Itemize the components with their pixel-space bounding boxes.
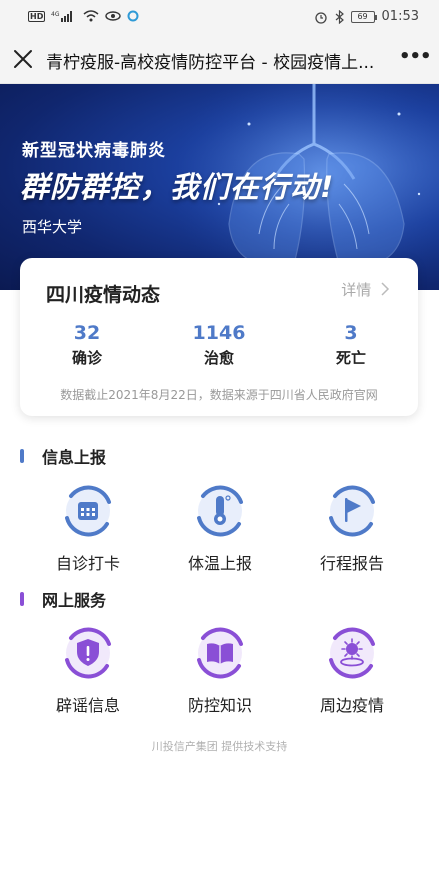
close-icon — [14, 50, 32, 68]
tile-prevention-knowledge[interactable]: 防控知识 — [160, 622, 280, 716]
calendar-icon — [65, 485, 111, 537]
battery-level: 69 — [357, 11, 368, 21]
tech-support-note: 川投信产集团 提供技术支持 — [151, 740, 288, 753]
alarm-icon — [314, 11, 327, 24]
stat-label: 确诊 — [71, 349, 102, 367]
data-source-note: 数据截止2021年8月22日，数据来源于四川省人民政府官网 — [60, 388, 378, 402]
tile-temperature-report[interactable]: 体温上报 — [160, 480, 280, 574]
stat-confirmed: 32 确诊 — [32, 322, 142, 368]
stat-value: 1146 — [192, 322, 246, 344]
chevron-right-icon — [381, 282, 390, 296]
clock: 01:53 — [381, 9, 419, 24]
section-title: 网上服务 — [42, 591, 107, 610]
section-online-services: 网上服务 — [20, 587, 106, 611]
section-marker — [20, 592, 24, 606]
close-button[interactable] — [12, 48, 34, 70]
book-icon — [197, 627, 243, 679]
stat-recovered: 1146 治愈 — [164, 322, 274, 368]
detail-label: 详情 — [341, 281, 372, 299]
section-marker — [20, 449, 24, 463]
tile-nearby-epidemic[interactable]: 周边疫情 — [292, 622, 412, 716]
title-bar: 青柠疫服-高校疫情防控平台 - 校园疫情上... ••• — [0, 34, 439, 84]
signal-icon: 4G — [51, 11, 73, 22]
tile-label: 自诊打卡 — [55, 554, 120, 573]
tile-label: 行程报告 — [319, 554, 384, 573]
stat-value: 32 — [73, 322, 101, 344]
status-left: HD 4G — [28, 10, 139, 22]
flag-icon — [329, 485, 375, 537]
school-name: 西华大学 — [22, 218, 83, 236]
banner-subtitle: 新型冠状病毒肺炎 — [22, 141, 166, 161]
status-bar: HD 4G 69 01:53 — [0, 0, 439, 34]
stat-value: 3 — [344, 322, 358, 344]
status-right: 69 01:53 — [314, 9, 419, 24]
stat-label: 死亡 — [335, 349, 366, 367]
stat-deaths: 3 死亡 — [296, 322, 406, 368]
tile-travel-report[interactable]: 行程报告 — [292, 480, 412, 574]
card-title: 四川疫情动态 — [46, 284, 161, 306]
app-notification-icon — [127, 10, 139, 22]
section-title: 信息上报 — [42, 448, 107, 467]
eye-icon — [105, 11, 122, 21]
wifi-icon — [83, 10, 99, 22]
shield-icon — [65, 627, 111, 679]
bluetooth-icon — [335, 9, 344, 24]
thermometer-icon — [197, 485, 243, 537]
virus-icon — [329, 627, 375, 679]
page-title: 青柠疫服-高校疫情防控平台 - 校园疫情上... — [46, 53, 375, 73]
epidemic-status-card: 四川疫情动态 详情 32 确诊 1146 治愈 3 死亡 数据截止2021年8月… — [20, 258, 418, 416]
hd-badge: HD — [28, 10, 46, 22]
tile-label: 周边疫情 — [319, 696, 384, 715]
tile-label: 辟谣信息 — [55, 696, 120, 715]
section-info-report: 信息上报 — [20, 444, 106, 468]
net-type-label: 4G — [51, 11, 60, 18]
stat-label: 治愈 — [203, 349, 234, 367]
more-options-button[interactable]: ••• — [399, 48, 432, 68]
detail-link[interactable]: 详情 — [341, 279, 390, 300]
tile-label: 体温上报 — [187, 554, 252, 573]
tile-label: 防控知识 — [187, 696, 252, 715]
tile-rumor-debunk[interactable]: 辟谣信息 — [28, 622, 148, 716]
banner-headline: 群防群控，我们在行动! — [20, 170, 335, 204]
battery-icon: 69 — [350, 10, 377, 23]
tile-self-check[interactable]: 自诊打卡 — [28, 480, 148, 574]
